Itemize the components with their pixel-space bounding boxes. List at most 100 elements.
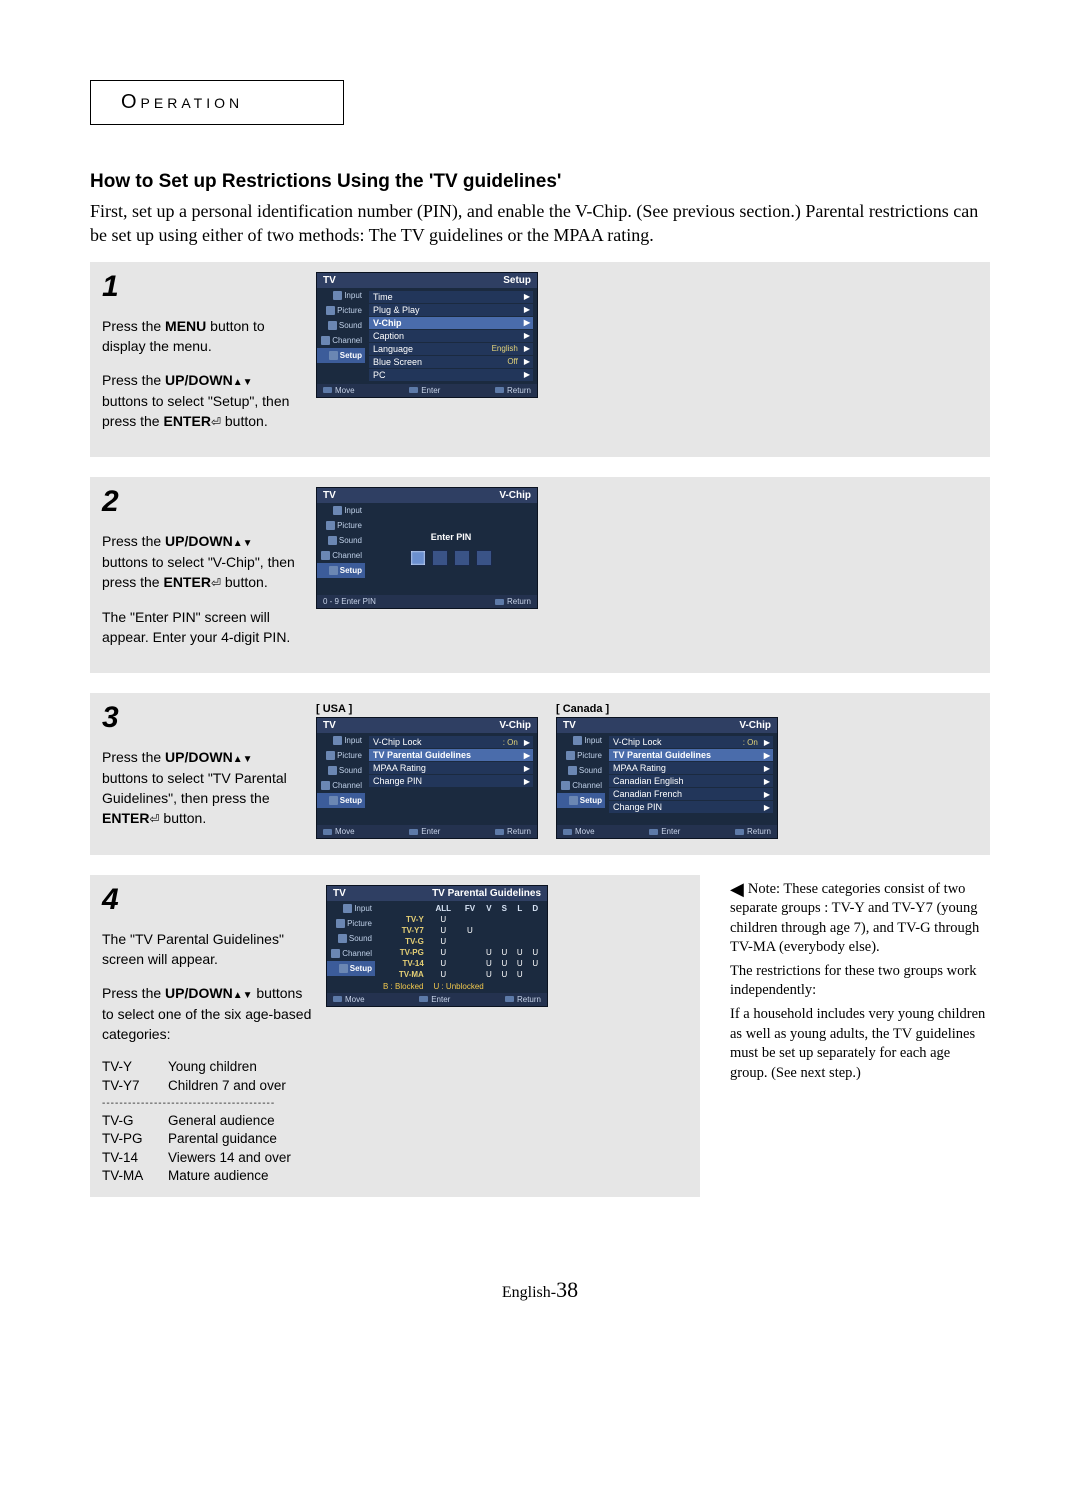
osd-row-tvpg[interactable]: TV Parental Guidelines▶ <box>609 749 773 761</box>
grid-row-tvg[interactable]: TV-GU <box>379 936 543 947</box>
sound-icon <box>328 766 337 775</box>
move-icon <box>563 829 572 835</box>
osd-row-mpaa[interactable]: MPAA Rating▶ <box>369 762 533 774</box>
move-icon <box>333 996 342 1002</box>
step-2-para-1: Press the UP/DOWN buttons to select "V-C… <box>102 531 302 592</box>
setup-icon <box>569 796 578 805</box>
intro-text: First, set up a personal identification … <box>90 199 990 248</box>
osd-vchip-canada: TVV-Chip Input Picture Sound Channel Set… <box>556 717 778 839</box>
chevron-right-icon: ▶ <box>524 751 530 760</box>
osd-row-time[interactable]: Time▶ <box>369 291 533 303</box>
chevron-right-icon: ▶ <box>524 357 530 366</box>
picture-icon <box>326 751 335 760</box>
pin-entry[interactable] <box>410 550 492 566</box>
step-2-para-2: The "Enter PIN" screen will appear. Ente… <box>102 607 302 648</box>
picture-icon <box>566 751 575 760</box>
return-icon <box>495 387 504 393</box>
osd-row-vchip-lock[interactable]: V-Chip Lock: On▶ <box>609 736 773 748</box>
osd-row-plug-play[interactable]: Plug & Play▶ <box>369 304 533 316</box>
chevron-right-icon: ▶ <box>764 764 770 773</box>
step-4: 4 The "TV Parental Guidelines" screen wi… <box>90 875 700 1198</box>
region-label-usa: [ USA ] <box>316 703 538 715</box>
osd-vchip-usa: TVV-Chip Input Picture Sound Channel Set… <box>316 717 538 839</box>
sound-icon <box>568 766 577 775</box>
pin-digit-3[interactable] <box>454 550 470 566</box>
osd-setup-screen: TVSetup Input Picture Sound Channel Setu… <box>316 272 538 398</box>
return-icon <box>495 829 504 835</box>
enter-icon <box>419 996 428 1002</box>
step-4-para-1: The "TV Parental Guidelines" screen will… <box>102 929 312 970</box>
channel-icon <box>321 336 330 345</box>
chevron-right-icon: ▶ <box>524 370 530 379</box>
region-label-canada: [ Canada ] <box>556 703 778 715</box>
setup-icon <box>329 796 338 805</box>
grid-row-tvpg[interactable]: TV-PGUUUUU <box>379 947 543 958</box>
pin-digit-1[interactable] <box>410 550 426 566</box>
osd-row-canadian-french[interactable]: Canadian French▶ <box>609 788 773 800</box>
step-4-para-2: Press the UP/DOWN buttons to select one … <box>102 983 312 1044</box>
picture-icon <box>326 521 335 530</box>
step-number: 3 <box>102 703 302 733</box>
osd-row-bluescreen[interactable]: Blue ScreenOff▶ <box>369 356 533 368</box>
step-1-para-1: Press the MENU button to display the men… <box>102 316 302 357</box>
ratings-list: TV-YYoung children TV-Y7Children 7 and o… <box>102 1058 312 1185</box>
page-footer: English-38 <box>90 1277 990 1303</box>
grid-row-tvy[interactable]: TV-YU <box>379 914 543 925</box>
chevron-right-icon: ▶ <box>524 738 530 747</box>
chevron-right-icon: ▶ <box>524 305 530 314</box>
chevron-right-icon: ▶ <box>764 751 770 760</box>
chevron-right-icon: ▶ <box>764 803 770 812</box>
osd-row-tvpg[interactable]: TV Parental Guidelines▶ <box>369 749 533 761</box>
osd-row-mpaa[interactable]: MPAA Rating▶ <box>609 762 773 774</box>
input-icon <box>333 736 342 745</box>
channel-icon <box>331 949 340 958</box>
pin-digit-4[interactable] <box>476 550 492 566</box>
enter-icon <box>649 829 658 835</box>
channel-icon <box>321 551 330 560</box>
osd-row-language[interactable]: LanguageEnglish▶ <box>369 343 533 355</box>
grid-row-tvma[interactable]: TV-MAUUUU <box>379 969 543 980</box>
grid-row-tv14[interactable]: TV-14UUUUU <box>379 958 543 969</box>
setup-icon <box>329 351 338 360</box>
input-icon <box>573 736 582 745</box>
enter-icon <box>409 387 418 393</box>
osd-row-canadian-english[interactable]: Canadian English▶ <box>609 775 773 787</box>
step-number: 2 <box>102 487 302 517</box>
chevron-right-icon: ▶ <box>524 777 530 786</box>
chevron-right-icon: ▶ <box>524 764 530 773</box>
pin-digit-2[interactable] <box>432 550 448 566</box>
osd-sidebar: Input Picture Sound Channel Setup <box>317 288 365 384</box>
section-frame: Operation <box>90 80 344 125</box>
osd-row-vchip-lock[interactable]: V-Chip Lock: On▶ <box>369 736 533 748</box>
move-icon <box>323 829 332 835</box>
enter-pin-label: Enter PIN <box>431 532 472 542</box>
setup-icon <box>329 566 338 575</box>
enter-icon <box>149 810 159 826</box>
legend-blocked: B : Blocked <box>383 982 423 991</box>
return-icon <box>505 996 514 1002</box>
step-number: 1 <box>102 272 302 302</box>
ratings-divider: ---------------------------------------- <box>102 1097 312 1111</box>
osd-row-change-pin[interactable]: Change PIN▶ <box>369 775 533 787</box>
osd-row-vchip[interactable]: V-Chip▶ <box>369 317 533 329</box>
enter-icon <box>409 829 418 835</box>
input-icon <box>343 904 352 913</box>
osd-row-caption[interactable]: Caption▶ <box>369 330 533 342</box>
osd-enter-pin-screen: TVV-Chip Input Picture Sound Channel Set… <box>316 487 538 609</box>
up-down-icon <box>233 533 253 549</box>
enter-icon <box>211 413 221 429</box>
sound-icon <box>328 321 337 330</box>
grid-row-tvy7[interactable]: TV-Y7UU <box>379 925 543 936</box>
osd-row-change-pin[interactable]: Change PIN▶ <box>609 801 773 813</box>
up-down-icon <box>233 749 253 765</box>
channel-icon <box>561 781 570 790</box>
input-icon <box>333 291 342 300</box>
step-1-para-2: Press the UP/DOWN buttons to select "Set… <box>102 370 302 431</box>
step-3-para-1: Press the UP/DOWN buttons to select "TV … <box>102 747 302 828</box>
chevron-right-icon: ▶ <box>764 790 770 799</box>
tvpg-grid[interactable]: ALL FV V S L D TV-YU T <box>379 903 543 980</box>
chevron-right-icon: ▶ <box>764 738 770 747</box>
osd-row-pc[interactable]: PC▶ <box>369 369 533 381</box>
osd-sidebar: Input Picture Sound Channel Setup <box>557 733 605 825</box>
setup-icon <box>339 964 348 973</box>
